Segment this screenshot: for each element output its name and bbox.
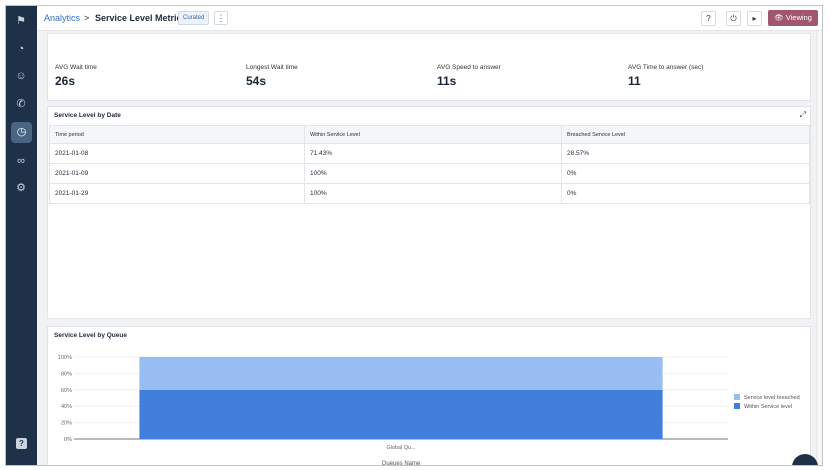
breadcrumb-separator: > xyxy=(84,13,90,23)
stat-label: Longest Wait time xyxy=(246,64,298,71)
user-icon[interactable]: ☺ xyxy=(14,69,28,83)
scrollbar[interactable] xyxy=(816,31,822,465)
power-icon[interactable]: ⏻ xyxy=(726,11,741,26)
stat-value: 11s xyxy=(437,74,457,88)
sidebar: ⚑ ◔ ☺ ✆ ◷ ∞ ⚙ ? xyxy=(6,6,37,465)
header: Analytics > Service Level Metrics Curate… xyxy=(37,6,822,31)
service-level-by-date-card: Service Level by Date ⤢ Time period With… xyxy=(47,106,811,319)
analytics-clock-icon[interactable]: ◷ xyxy=(11,122,32,143)
cell: 71.43% xyxy=(304,143,562,164)
legend-label: Within Service level xyxy=(744,404,792,410)
y-tick-label: 40% xyxy=(61,404,72,410)
table-header-row: Time period Within Service Level Breache… xyxy=(49,125,810,144)
y-tick-label: 100% xyxy=(58,355,72,361)
y-tick-label: 20% xyxy=(61,421,72,427)
stat-value: 11 xyxy=(628,74,641,88)
table-row: 2021-01-29 100% 0% xyxy=(49,183,810,204)
bar-segment xyxy=(139,357,663,390)
more-options-button[interactable]: ⋮ xyxy=(214,11,228,25)
stat-label: AVG Speed to answer xyxy=(437,64,501,71)
service-level-by-queue-card: Service Level by Queue 0% 20% 40% 60% 80% 100… xyxy=(47,326,811,466)
y-tick-label: 0% xyxy=(64,437,72,443)
dashboard-gauge-icon[interactable]: ◔ xyxy=(14,42,28,56)
table-row: 2021-01-08 71.43% 28.57% xyxy=(49,143,810,164)
play-icon[interactable]: ▸ xyxy=(747,11,762,26)
stats-card: AVG Wait time 26s Longest Wait time 54s … xyxy=(47,33,811,101)
stat-label: AVG Time to answer (sec) xyxy=(628,64,704,71)
cell: 2021-01-29 xyxy=(49,183,305,204)
column-header[interactable]: Breached Service Level xyxy=(561,125,810,144)
column-header[interactable]: Time period xyxy=(49,125,305,144)
cell: 100% xyxy=(304,183,562,204)
phone-icon[interactable]: ✆ xyxy=(14,97,28,111)
help-chat-icon[interactable]: ? xyxy=(16,438,27,449)
stat-value: 54s xyxy=(246,74,267,88)
x-tick-label: Global Qu... xyxy=(386,445,416,451)
cell: 100% xyxy=(304,163,562,184)
column-header[interactable]: Within Service Level xyxy=(304,125,562,144)
help-icon[interactable]: ? xyxy=(701,11,716,26)
cell: 28.57% xyxy=(561,143,810,164)
page-title: Service Level Metrics xyxy=(95,13,187,23)
stat-value: 26s xyxy=(55,74,76,88)
stacked-bar-chart: 0% 20% 40% 60% 80% 100% Global Qu... Queues Nam… xyxy=(58,355,800,466)
card-title: Service Level by Date xyxy=(54,112,121,119)
service-level-table: Time period Within Service Level Breache… xyxy=(49,125,810,204)
table-row: 2021-01-09 100% 0% xyxy=(49,163,810,184)
stat-label: AVG Wait time xyxy=(55,64,97,71)
app-window: ⚑ ◔ ☺ ✆ ◷ ∞ ⚙ ? Analytics > Service Leve… xyxy=(5,5,823,466)
cell: 0% xyxy=(561,163,810,184)
expand-icon[interactable]: ⤢ xyxy=(800,110,806,120)
x-axis-label: Queues Name xyxy=(382,461,421,466)
cell: 2021-01-09 xyxy=(49,163,305,184)
flag-icon[interactable]: ⚑ xyxy=(14,14,28,28)
voicemail-icon[interactable]: ∞ xyxy=(14,154,28,168)
cell: 0% xyxy=(561,183,810,204)
y-tick-label: 60% xyxy=(61,388,72,394)
settings-gear-icon[interactable]: ⚙ xyxy=(14,181,28,195)
breadcrumb-analytics[interactable]: Analytics xyxy=(44,13,80,23)
bar-segment xyxy=(139,389,663,439)
eye-icon: 👁 xyxy=(774,13,786,22)
y-tick-label: 80% xyxy=(61,371,72,377)
legend-swatch xyxy=(734,403,740,409)
legend-swatch xyxy=(734,394,740,400)
cell: 2021-01-08 xyxy=(49,143,305,164)
viewing-label: Viewing xyxy=(785,13,812,22)
legend-label: Service level breached xyxy=(744,395,800,401)
viewing-button[interactable]: 👁 Viewing xyxy=(768,10,818,26)
curated-badge: Curated xyxy=(178,11,210,25)
